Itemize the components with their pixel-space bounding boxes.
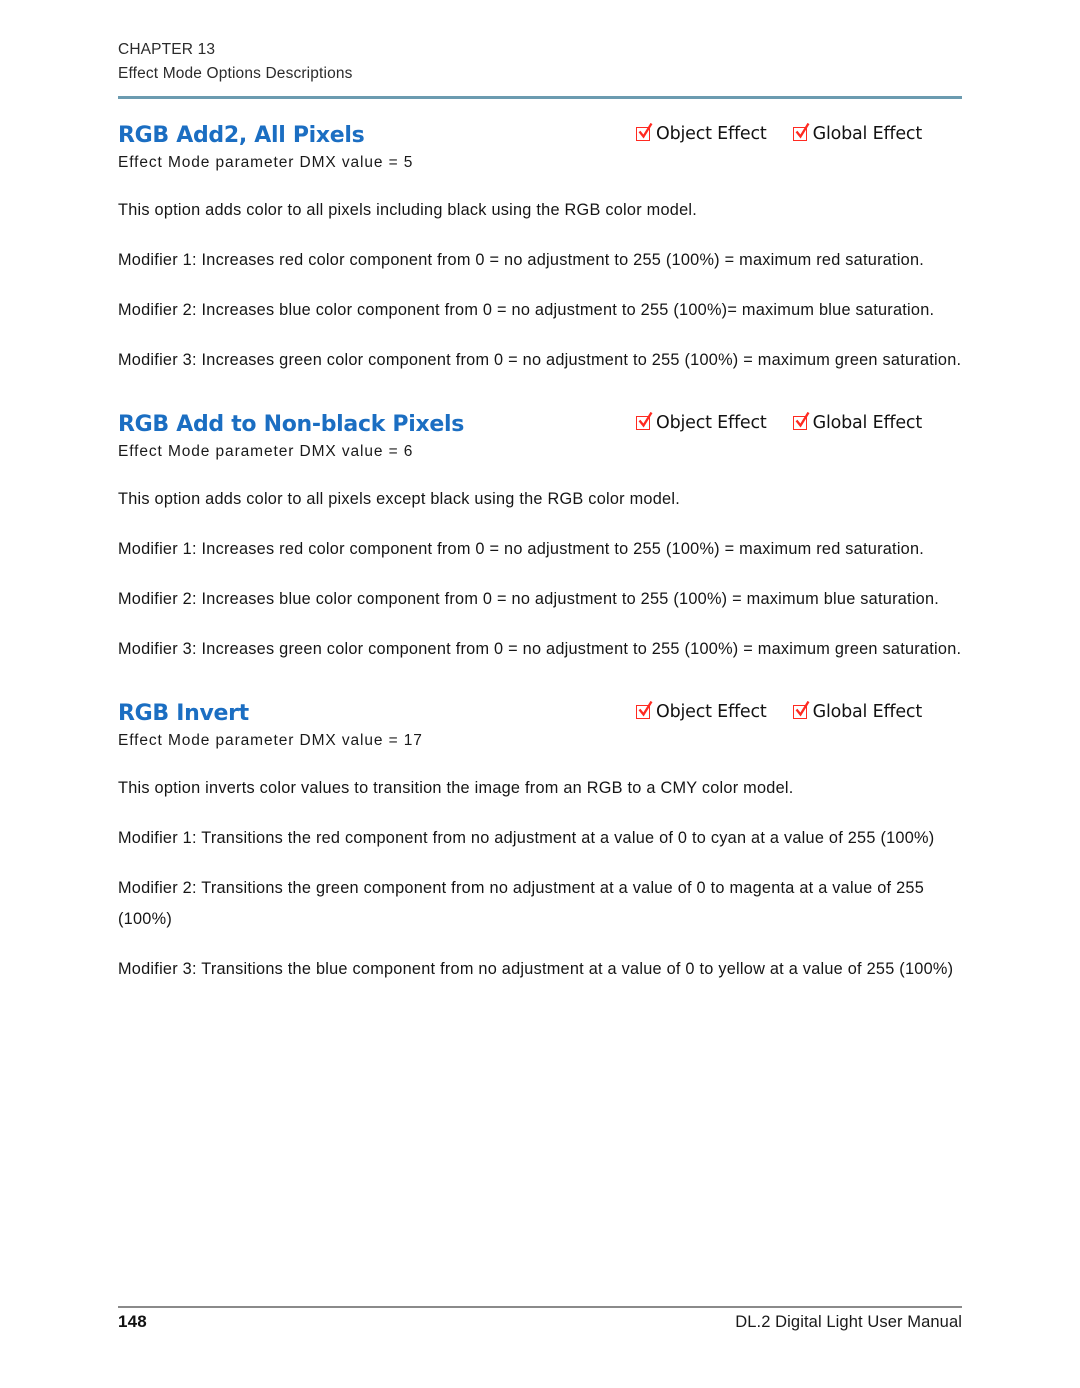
modifier-2-text: Modifier 2: Transitions the green compon… bbox=[118, 879, 924, 928]
global-effect-label: Global Effect bbox=[812, 702, 923, 722]
header-divider bbox=[118, 96, 962, 99]
checkbox-checked-icon[interactable] bbox=[636, 122, 653, 143]
modifier-1-text: Modifier 1: Transitions the red componen… bbox=[118, 829, 935, 847]
object-effect-flag[interactable]: Object Effect bbox=[636, 411, 767, 433]
section-rgb-add2-all-pixels: RGB Add2, All Pixels Object Effect Globa… bbox=[118, 122, 962, 376]
modifier-1-text: Modifier 1: Increases red color componen… bbox=[118, 251, 925, 269]
global-effect-flag[interactable]: Global Effect bbox=[792, 700, 923, 722]
section-header: RGB Invert Object Effect Global Effect bbox=[118, 700, 962, 730]
section-header: RGB Add2, All Pixels Object Effect Globa… bbox=[118, 122, 962, 152]
page-number: 148 bbox=[118, 1312, 147, 1331]
chapter-label: CHAPTER 13 bbox=[118, 41, 216, 58]
checkbox-checked-icon[interactable] bbox=[792, 122, 810, 143]
page-title: RGB Invert bbox=[118, 701, 249, 726]
object-effect-label: Object Effect bbox=[656, 702, 767, 722]
dmx-value-line: Effect Mode parameter DMX value = 6 bbox=[118, 443, 414, 460]
modifier-2-text: Modifier 2: Increases blue color compone… bbox=[118, 301, 935, 319]
global-effect-label: Global Effect bbox=[812, 124, 923, 144]
section-rgb-invert: RGB Invert Object Effect Global Effect E… bbox=[118, 700, 962, 985]
modifier-1-text: Modifier 1: Increases red color componen… bbox=[118, 540, 925, 558]
checkbox-checked-icon[interactable] bbox=[636, 411, 653, 432]
object-effect-label: Object Effect bbox=[656, 413, 767, 433]
document-content: RGB Add2, All Pixels Object Effect Globa… bbox=[118, 122, 962, 985]
footer-divider bbox=[118, 1306, 962, 1308]
checkbox-checked-icon[interactable] bbox=[636, 700, 653, 721]
effect-flags: Object Effect Global Effect bbox=[636, 700, 923, 722]
page-title: RGB Add2, All Pixels bbox=[118, 123, 365, 148]
section-header: RGB Add to Non-black Pixels Object Effec… bbox=[118, 411, 962, 441]
checkbox-checked-icon[interactable] bbox=[792, 700, 810, 721]
modifier-2-text: Modifier 2: Increases blue color compone… bbox=[118, 590, 940, 608]
effect-flags: Object Effect Global Effect bbox=[636, 122, 923, 144]
modifier-3-text: Modifier 3: Increases green color compon… bbox=[118, 351, 962, 369]
document-page: CHAPTER 13 Effect Mode Options Descripti… bbox=[0, 0, 1080, 1388]
checkbox-checked-icon[interactable] bbox=[792, 411, 810, 432]
section-rgb-add-to-non-black-pixels: RGB Add to Non-black Pixels Object Effec… bbox=[118, 411, 962, 665]
dmx-value-line: Effect Mode parameter DMX value = 5 bbox=[118, 154, 414, 171]
section-description: This option adds color to all pixels inc… bbox=[118, 201, 698, 219]
global-effect-label: Global Effect bbox=[812, 413, 923, 433]
chapter-subtitle: Effect Mode Options Descriptions bbox=[118, 65, 353, 82]
page-header: CHAPTER 13 Effect Mode Options Descripti… bbox=[118, 38, 962, 86]
section-description: This option inverts color values to tran… bbox=[118, 779, 794, 797]
modifier-3-text: Modifier 3: Transitions the blue compone… bbox=[118, 960, 954, 978]
object-effect-flag[interactable]: Object Effect bbox=[636, 122, 767, 144]
section-description: This option adds color to all pixels exc… bbox=[118, 490, 680, 508]
object-effect-flag[interactable]: Object Effect bbox=[636, 700, 767, 722]
modifier-3-text: Modifier 3: Increases green color compon… bbox=[118, 640, 962, 658]
manual-title: DL.2 Digital Light User Manual bbox=[735, 1313, 962, 1331]
dmx-value-line: Effect Mode parameter DMX value = 17 bbox=[118, 732, 423, 749]
global-effect-flag[interactable]: Global Effect bbox=[792, 122, 923, 144]
object-effect-label: Object Effect bbox=[656, 124, 767, 144]
effect-flags: Object Effect Global Effect bbox=[636, 411, 923, 433]
global-effect-flag[interactable]: Global Effect bbox=[792, 411, 923, 433]
page-title: RGB Add to Non-black Pixels bbox=[118, 412, 464, 437]
page-footer: 148 DL.2 Digital Light User Manual bbox=[118, 1312, 962, 1332]
